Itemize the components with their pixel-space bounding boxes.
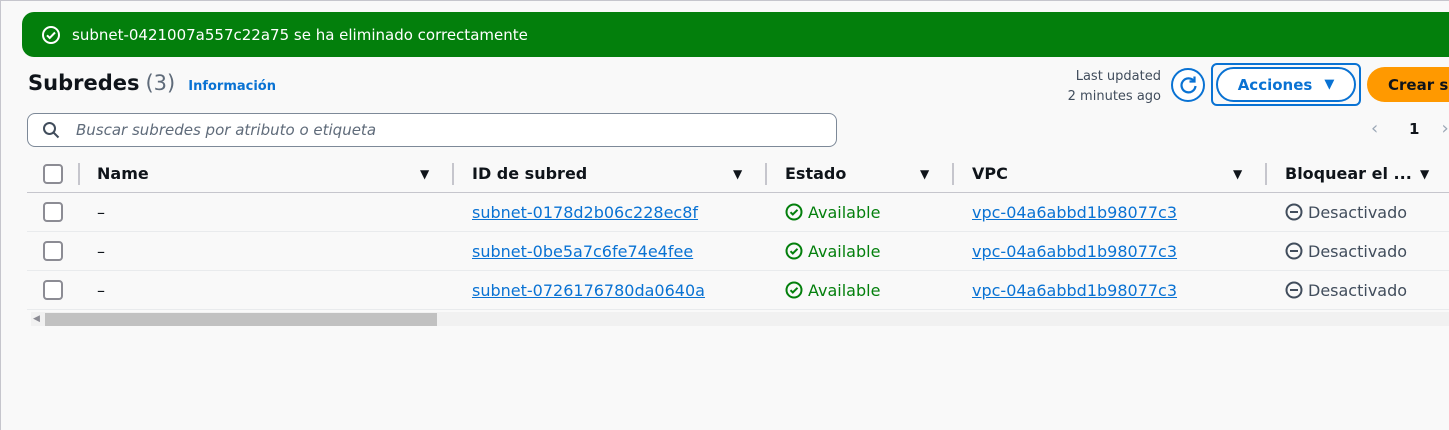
- info-link[interactable]: Información: [188, 79, 276, 94]
- last-updated-label: Last updated: [1075, 69, 1161, 84]
- select-all-cell: [43, 155, 63, 192]
- minus-circle-icon: [1285, 242, 1303, 260]
- cell-subnet-id-link[interactable]: subnet-0726176780da0640a: [472, 271, 705, 309]
- page-number[interactable]: 1: [1409, 120, 1419, 138]
- sort-down-icon[interactable]: ▼: [1420, 167, 1429, 181]
- cell-name: –: [97, 280, 105, 300]
- row-checkbox[interactable]: [43, 202, 63, 222]
- page-header: Subredes (3) Información: [28, 71, 276, 95]
- refresh-icon: [1177, 74, 1199, 96]
- row-checkbox[interactable]: [43, 241, 63, 261]
- cell-block: Desactivado: [1285, 193, 1407, 231]
- state-label: Available: [808, 241, 881, 261]
- check-circle-icon: [41, 25, 61, 45]
- pagination: ‹ 1 ›: [1371, 118, 1449, 139]
- cell-state: Available: [785, 193, 880, 231]
- cell-block: Desactivado: [1285, 232, 1407, 270]
- state-label: Available: [808, 280, 881, 300]
- sort-down-icon[interactable]: ▼: [1233, 167, 1242, 181]
- cell-state: Available: [785, 232, 880, 270]
- cell-name: –: [97, 202, 105, 222]
- caret-down-icon: ▼: [1324, 77, 1335, 92]
- cell-vpc-link[interactable]: vpc-04a6abbd1b98077c3: [972, 193, 1177, 231]
- scroll-left-arrow-icon[interactable]: ◀: [33, 312, 40, 326]
- minus-circle-icon: [1285, 203, 1303, 221]
- block-label: Desactivado: [1308, 280, 1408, 300]
- item-count: (3): [145, 71, 176, 95]
- success-flashbar: subnet-0421007a557c22a75 se ha eliminado…: [22, 12, 1449, 57]
- chevron-left-icon[interactable]: ‹: [1371, 118, 1391, 139]
- actions-label: Acciones: [1237, 75, 1313, 94]
- sort-down-icon[interactable]: ▼: [733, 167, 742, 181]
- cell-state: Available: [785, 271, 880, 309]
- scrollbar-thumb[interactable]: [45, 313, 437, 326]
- search-input[interactable]: [74, 120, 836, 140]
- chevron-right-icon[interactable]: ›: [1441, 118, 1448, 139]
- search-box[interactable]: [27, 113, 837, 147]
- cell-vpc-link[interactable]: vpc-04a6abbd1b98077c3: [972, 232, 1177, 270]
- col-header-state[interactable]: Estado: [785, 155, 846, 192]
- table-row[interactable]: – subnet-0726176780da0640a Available vpc…: [27, 271, 1449, 310]
- flash-message: subnet-0421007a557c22a75 se ha eliminado…: [72, 25, 528, 44]
- cell-vpc-link[interactable]: vpc-04a6abbd1b98077c3: [972, 271, 1177, 309]
- row-select-cell: [43, 232, 63, 270]
- sort-down-icon[interactable]: ▼: [920, 167, 929, 181]
- horizontal-scrollbar[interactable]: ◀: [31, 312, 1449, 326]
- create-subnet-button[interactable]: Crear subred: [1367, 67, 1449, 102]
- last-updated-time: 2 minutes ago: [1067, 89, 1161, 104]
- column-divider[interactable]: [765, 163, 767, 185]
- cell-subnet-id-link[interactable]: subnet-0178d2b06c228ec8f: [472, 193, 698, 231]
- block-label: Desactivado: [1308, 241, 1408, 261]
- cell-name: –: [97, 241, 105, 261]
- actions-dropdown-button[interactable]: Acciones ▼: [1216, 67, 1356, 102]
- row-select-cell: [43, 271, 63, 309]
- col-header-subnet-id[interactable]: ID de subred: [472, 155, 587, 192]
- page-title: Subredes: [28, 71, 140, 95]
- cell-block: Desactivado: [1285, 271, 1407, 309]
- row-checkbox[interactable]: [43, 280, 63, 300]
- state-label: Available: [808, 202, 881, 222]
- search-icon: [42, 121, 60, 139]
- column-divider[interactable]: [452, 163, 454, 185]
- col-header-name[interactable]: Name: [97, 155, 149, 192]
- refresh-button[interactable]: [1171, 68, 1205, 102]
- cell-subnet-id-link[interactable]: subnet-0be5a7c6fe74e4fee: [472, 232, 693, 270]
- table-header: Name ▼ ID de subred ▼ Estado ▼ VPC ▼ Blo…: [27, 155, 1449, 193]
- column-divider[interactable]: [1265, 163, 1267, 185]
- block-label: Desactivado: [1308, 202, 1408, 222]
- table-row[interactable]: – subnet-0178d2b06c228ec8f Available vpc…: [27, 193, 1449, 232]
- sort-down-icon[interactable]: ▼: [420, 167, 429, 181]
- col-header-vpc[interactable]: VPC: [972, 155, 1008, 192]
- create-label: Crear subred: [1388, 75, 1449, 94]
- table-row[interactable]: – subnet-0be5a7c6fe74e4fee Available vpc…: [27, 232, 1449, 271]
- minus-circle-icon: [1285, 281, 1303, 299]
- column-divider[interactable]: [78, 163, 80, 185]
- last-updated: Last updated 2 minutes ago: [1041, 67, 1161, 107]
- subnets-table: Name ▼ ID de subred ▼ Estado ▼ VPC ▼ Blo…: [27, 155, 1449, 310]
- check-circle-icon: [785, 242, 803, 260]
- col-header-block[interactable]: Bloquear el ...: [1285, 155, 1412, 192]
- row-select-cell: [43, 193, 63, 231]
- check-circle-icon: [785, 203, 803, 221]
- check-circle-icon: [785, 281, 803, 299]
- select-all-checkbox[interactable]: [43, 163, 63, 184]
- column-divider[interactable]: [952, 163, 954, 185]
